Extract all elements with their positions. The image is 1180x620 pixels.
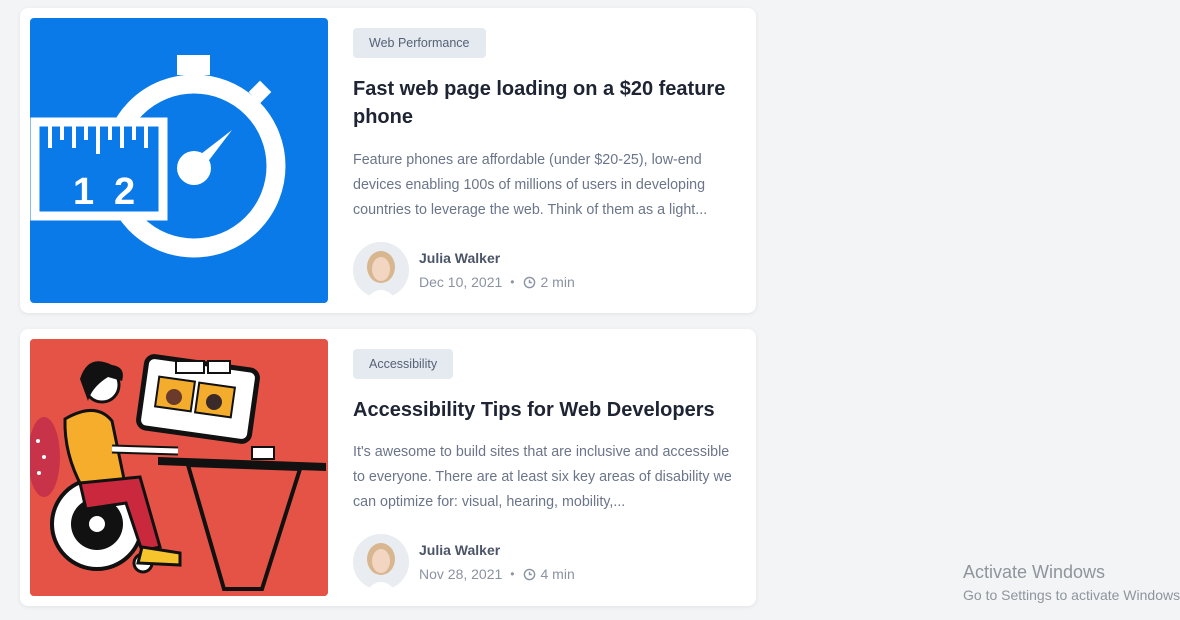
watermark-title: Activate Windows xyxy=(963,562,1106,582)
post-thumbnail[interactable] xyxy=(30,339,328,596)
post-title[interactable]: Fast web page loading on a $20 feature p… xyxy=(353,75,738,131)
clock-icon xyxy=(523,568,535,580)
activate-windows-watermark: Activate Windows Go to Settings to activ… xyxy=(963,561,1180,605)
post-card[interactable]: Accessibility Accessibility Tips for Web… xyxy=(20,329,756,606)
post-title[interactable]: Accessibility Tips for Web Developers xyxy=(353,396,738,424)
avatar[interactable] xyxy=(353,534,409,590)
svg-text:1: 1 xyxy=(73,171,94,213)
author-photo-icon xyxy=(353,534,409,590)
post-excerpt: It's awesome to build sites that are inc… xyxy=(353,444,732,510)
author-photo-icon xyxy=(353,242,409,298)
author-name[interactable]: Julia Walker xyxy=(419,540,575,560)
category-tag[interactable]: Web Performance xyxy=(353,28,486,58)
stopwatch-ruler-illustration: 1 2 xyxy=(30,55,286,258)
author-info: Julia Walker Nov 28, 2021 • 4 min xyxy=(353,534,738,590)
wheelchair-user-computer-illustration xyxy=(30,339,328,596)
post-card[interactable]: 1 2 Web Performance Fast web page loadin… xyxy=(20,8,756,313)
avatar[interactable] xyxy=(353,242,409,298)
author-name[interactable]: Julia Walker xyxy=(419,248,575,268)
separator-dot: • xyxy=(510,567,515,581)
clock-icon xyxy=(523,276,535,288)
post-date: Nov 28, 2021 xyxy=(419,566,503,582)
svg-text:2: 2 xyxy=(114,171,135,213)
separator-dot: • xyxy=(510,275,515,289)
author-info: Julia Walker Dec 10, 2021 • 2 min xyxy=(353,242,738,298)
post-date: Dec 10, 2021 xyxy=(419,274,503,290)
watermark-subtitle: Go to Settings to activate Windows. xyxy=(963,587,1180,603)
post-thumbnail[interactable]: 1 2 xyxy=(30,18,328,303)
category-tag[interactable]: Accessibility xyxy=(353,349,454,379)
post-excerpt: Feature phones are affordable (under $20… xyxy=(353,152,708,218)
read-time: 2 min xyxy=(540,274,575,290)
read-time: 4 min xyxy=(540,566,575,582)
